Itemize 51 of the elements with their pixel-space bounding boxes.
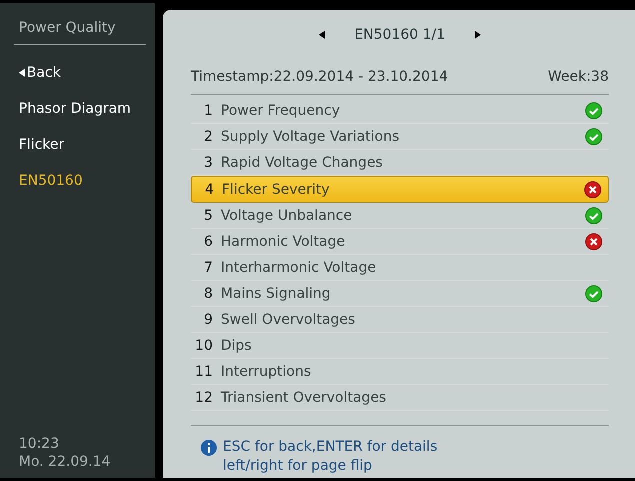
hint-text: left/right for page flip xyxy=(223,457,374,476)
row-number: 6 xyxy=(203,234,213,250)
list-row[interactable]: 4 Flicker Severity xyxy=(191,176,609,203)
list-row[interactable]: 10 Dips xyxy=(191,333,609,359)
list-row[interactable]: 11 Interruptions xyxy=(191,359,609,385)
row-number: 10 xyxy=(194,338,213,354)
row-number: 1 xyxy=(203,102,213,118)
row-label: Triansient Overvoltages xyxy=(221,390,388,406)
row-label: Swell Overvoltages xyxy=(221,312,356,328)
row-number: 2 xyxy=(203,128,213,144)
menu-item[interactable]: EN50160 xyxy=(14,170,146,192)
list-row[interactable]: 9 Swell Overvoltages xyxy=(191,307,609,333)
clock-date: Mo. 22.09.14 xyxy=(19,454,112,470)
week-number: Week:38 xyxy=(548,69,609,85)
menu-item[interactable]: Phasor Diagram xyxy=(14,98,146,120)
menu-item[interactable]: Flicker xyxy=(14,134,146,156)
row-label: Power Frequency xyxy=(221,102,342,118)
hint-text: ESC for back,ENTER for details xyxy=(223,438,438,457)
clock-time: 10:23 xyxy=(19,436,60,452)
row-number: 8 xyxy=(203,286,213,302)
row-label: Flicker Severity xyxy=(222,182,331,198)
next-page-icon[interactable] xyxy=(475,31,482,39)
previous-page-icon[interactable] xyxy=(318,31,325,39)
row-number: 4 xyxy=(204,182,214,198)
row-label: Mains Signaling xyxy=(221,286,332,302)
list-row[interactable]: 6 Harmonic Voltage xyxy=(191,229,609,255)
list-row[interactable]: 5 Voltage Unbalance xyxy=(191,203,609,229)
sidebar-title: Power Quality xyxy=(14,3,146,45)
back-button[interactable]: Back xyxy=(14,62,146,84)
row-label: Interruptions xyxy=(221,364,312,380)
list-row[interactable]: 1 Power Frequency xyxy=(191,98,609,124)
list-row[interactable]: 7 Interharmonic Voltage xyxy=(191,255,609,281)
row-label: Voltage Unbalance xyxy=(221,208,354,224)
row-number: 12 xyxy=(194,390,213,406)
triangle-left-icon xyxy=(19,69,25,77)
row-label: Rapid Voltage Changes xyxy=(221,154,384,170)
list-row[interactable]: 2 Supply Voltage Variations xyxy=(191,124,609,150)
row-label: Dips xyxy=(221,338,253,354)
row-number: 7 xyxy=(203,260,213,276)
timestamp: Timestamp:22.09.2014 - 23.10.2014 xyxy=(191,69,448,85)
row-number: 11 xyxy=(194,364,213,380)
row-number: 3 xyxy=(203,154,213,170)
row-number: 5 xyxy=(203,208,213,224)
row-label: Interharmonic Voltage xyxy=(221,260,378,276)
list-row[interactable]: 12 Triansient Overvoltages xyxy=(191,385,609,411)
row-number: 9 xyxy=(203,312,213,328)
page-title: EN50160 1/1 xyxy=(354,27,446,43)
row-label: Supply Voltage Variations xyxy=(221,128,401,144)
info-icon xyxy=(201,440,217,456)
row-label: Harmonic Voltage xyxy=(221,234,346,250)
list-row[interactable]: 8 Mains Signaling xyxy=(191,281,609,307)
